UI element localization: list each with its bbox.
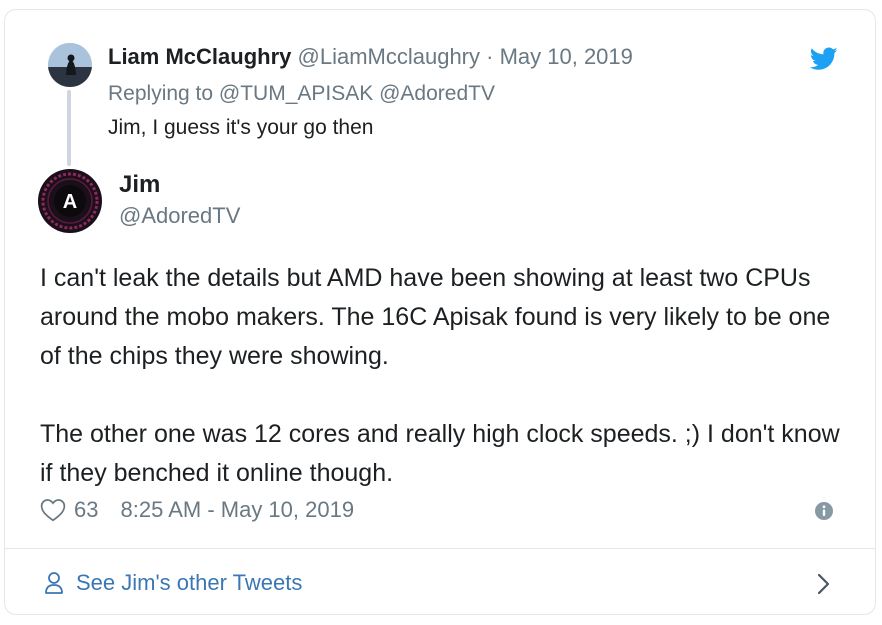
tweet-paragraph: I can't leak the details but AMD have be… [40, 264, 831, 370]
see-other-tweets-link[interactable]: See Jim's other Tweets [44, 570, 302, 596]
header-separator: · [486, 44, 494, 69]
parent-date[interactable]: May 10, 2019 [500, 44, 633, 69]
parent-author-handle[interactable]: @LiamMcclaughry [298, 44, 481, 69]
tweet-meta: 63 8:25 AM - May 10, 2019 [40, 497, 354, 523]
heart-icon[interactable] [40, 498, 66, 522]
parent-avatar-image [48, 43, 92, 87]
footer-divider [4, 548, 876, 549]
avatar-letter: A [63, 191, 77, 213]
tweet-text: I can't leak the details but AMD have be… [40, 259, 850, 493]
parent-header: Liam McClaughry @LiamMcclaughry · May 10… [108, 44, 633, 70]
author-avatar[interactable]: A [38, 169, 102, 233]
chevron-right-icon[interactable] [816, 573, 832, 595]
tweet-paragraph: The other one was 12 cores and really hi… [40, 420, 840, 487]
adored-logo-avatar: A [38, 169, 102, 233]
info-icon[interactable] [814, 501, 834, 521]
author-handle[interactable]: @AdoredTV [119, 203, 240, 229]
thread-connector-line [67, 90, 71, 166]
like-count[interactable]: 63 [74, 497, 98, 523]
replying-to[interactable]: Replying to @TUM_APISAK @AdoredTV [108, 82, 495, 106]
see-other-tweets-label[interactable]: See Jim's other Tweets [76, 570, 302, 596]
person-icon [45, 572, 63, 594]
parent-author-name[interactable]: Liam McClaughry [108, 44, 291, 69]
tweet-timestamp[interactable]: 8:25 AM - May 10, 2019 [120, 497, 354, 523]
parent-avatar[interactable] [48, 43, 92, 87]
author-name[interactable]: Jim [119, 171, 160, 199]
parent-tweet-text: Jim, I guess it's your go then [108, 116, 374, 139]
twitter-bird-icon[interactable] [810, 47, 838, 71]
